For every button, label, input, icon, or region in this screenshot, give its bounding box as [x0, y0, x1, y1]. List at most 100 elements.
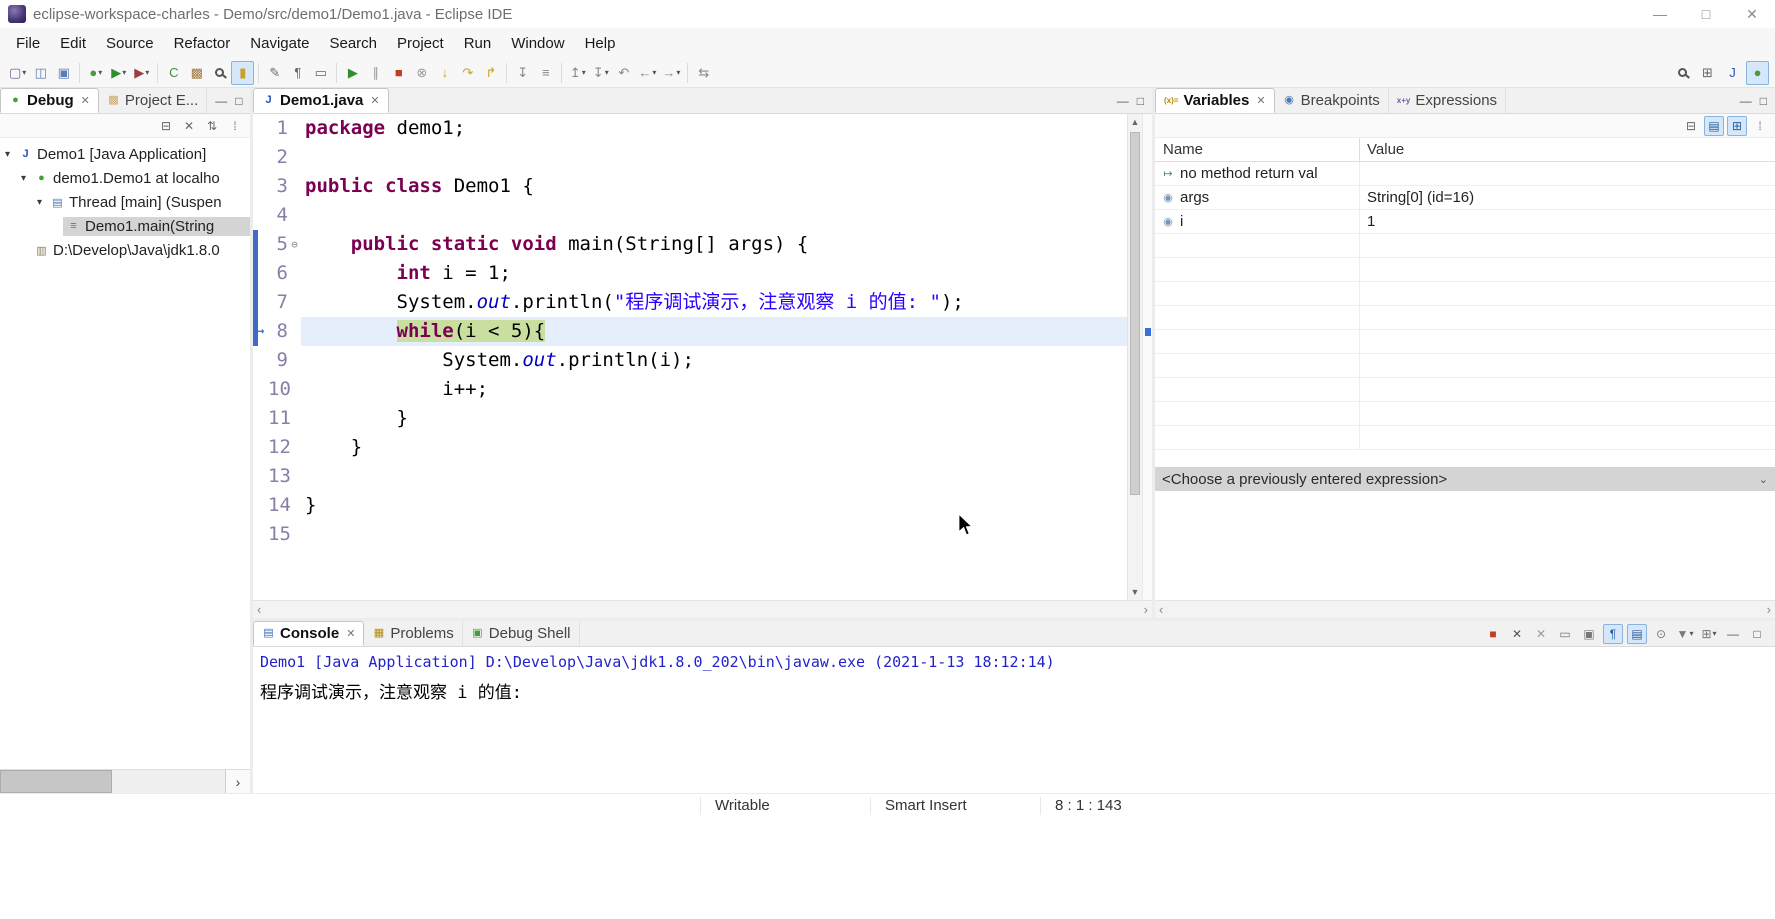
terminate-button[interactable]: ■ [1483, 624, 1503, 644]
step-return-button[interactable]: ↱ [479, 61, 502, 85]
maximize-button[interactable]: □ [1747, 624, 1767, 644]
resume-button[interactable]: ▶ [341, 61, 364, 85]
view-menu-button[interactable]: ⁞ [1750, 116, 1770, 136]
tree-row[interactable]: ▾▤Thread [main] (Suspen [0, 190, 250, 214]
variable-value-cell[interactable]: String[0] (id=16) [1360, 186, 1775, 209]
code-line[interactable]: 1package demo1; [253, 114, 1127, 143]
maximize-button[interactable]: □ [1683, 0, 1729, 28]
scrollbar-track[interactable] [1128, 130, 1142, 584]
scroll-right-arrow-icon[interactable]: › [1144, 602, 1148, 617]
run-button[interactable]: ▶▾ [107, 61, 130, 85]
show-whitespace-button[interactable]: ¶ [286, 61, 309, 85]
line-number-ruler[interactable]: 14 [253, 491, 301, 520]
scrollbar-thumb[interactable] [1130, 132, 1140, 495]
code-line[interactable]: 12 } [253, 433, 1127, 462]
variable-detail-pane[interactable] [1155, 491, 1775, 600]
show-logical-structures-button[interactable]: ⊞ [1727, 116, 1747, 136]
java-search-button[interactable] [208, 61, 231, 85]
current-line-marker[interactable] [1145, 328, 1151, 336]
scrollbar-track[interactable] [112, 770, 225, 793]
tab-project-e[interactable]: ▩Project E... [99, 88, 207, 113]
save-button[interactable]: ◫ [29, 61, 52, 85]
minimize-view-button[interactable]: — [1740, 94, 1752, 108]
code-line[interactable]: 7 System.out.println("程序调试演示，注意观察 i 的值: … [253, 288, 1127, 317]
code-line[interactable]: 13 [253, 462, 1127, 491]
terminate-button[interactable]: ■ [387, 61, 410, 85]
debug-button[interactable]: ●▾ [84, 61, 107, 85]
line-number-ruler[interactable]: 3 [253, 172, 301, 201]
tab-debug-shell[interactable]: ▣Debug Shell [463, 621, 580, 646]
maximize-view-button[interactable]: □ [1137, 94, 1144, 108]
code-line[interactable]: 2 [253, 143, 1127, 172]
drop-to-frame-button[interactable]: ↧ [511, 61, 534, 85]
menu-search[interactable]: Search [319, 28, 387, 58]
close-icon[interactable]: ✕ [81, 94, 90, 107]
back-button[interactable]: ←▾ [635, 61, 659, 85]
scroll-lock-button[interactable]: ▣ [1579, 624, 1599, 644]
coverage-button[interactable]: ▶▾ [130, 61, 153, 85]
tree-item[interactable]: ●demo1.Demo1 at localho [31, 169, 250, 188]
maximize-view-button[interactable]: □ [235, 94, 242, 108]
minimize-view-button[interactable]: — [1117, 94, 1129, 108]
tree-item[interactable]: ▤Thread [main] (Suspen [47, 193, 250, 212]
close-button[interactable]: ✕ [1729, 0, 1775, 28]
menu-window[interactable]: Window [501, 28, 574, 58]
fold-collapse-icon[interactable]: ⊖ [288, 230, 301, 259]
suspend-button[interactable]: ∥ [364, 61, 387, 85]
code-line[interactable]: 15 [253, 520, 1127, 549]
expression-bar[interactable]: <Choose a previously entered expression>… [1155, 467, 1775, 491]
code-line[interactable]: 14} [253, 491, 1127, 520]
tree-row[interactable]: ▾●demo1.Demo1 at localho [0, 166, 250, 190]
chevron-down-icon[interactable]: ⌄ [1759, 473, 1768, 486]
display-selected-console-button[interactable]: ▼▾ [1675, 624, 1695, 644]
tab-variables[interactable]: (x)=Variables✕ [1155, 88, 1275, 113]
editor-vscrollbar[interactable]: ▲ ▼ [1127, 114, 1142, 600]
scroll-right-arrow-icon[interactable]: › [1767, 602, 1771, 617]
variable-row[interactable]: ↦no method return val [1155, 162, 1775, 186]
tree-item[interactable]: ≡Demo1.main(String [63, 217, 250, 236]
save-all-button[interactable]: ▣ [52, 61, 75, 85]
menu-source[interactable]: Source [96, 28, 164, 58]
minimize-button[interactable]: — [1723, 624, 1743, 644]
tab-debug[interactable]: ●Debug✕ [0, 88, 99, 113]
line-number-ruler[interactable]: 1 [253, 114, 301, 143]
tree-row[interactable]: ▾JDemo1 [Java Application] [0, 142, 250, 166]
column-header-name[interactable]: Name [1155, 138, 1360, 161]
overview-ruler[interactable] [1142, 114, 1152, 600]
code-line[interactable]: 4 [253, 201, 1127, 230]
tab-problems[interactable]: ▦Problems [364, 621, 462, 646]
search-button[interactable] [1671, 61, 1694, 85]
menu-run[interactable]: Run [454, 28, 502, 58]
java-perspective-button[interactable]: J [1721, 61, 1744, 85]
scroll-down-arrow-icon[interactable]: ▼ [1128, 584, 1142, 600]
open-console-button[interactable]: ⊞▾ [1699, 624, 1719, 644]
new-java-package-button[interactable]: ▩ [185, 61, 208, 85]
code-line[interactable]: 6 int i = 1; [253, 259, 1127, 288]
variables-hscrollbar[interactable]: ‹ › [1155, 600, 1775, 618]
code-editor[interactable]: 1package demo1;23public class Demo1 {45⊖… [253, 114, 1127, 600]
variable-value-cell[interactable]: 1 [1360, 210, 1775, 233]
step-into-button[interactable]: ↓ [433, 61, 456, 85]
line-number-ruler[interactable]: 12 [253, 433, 301, 462]
variable-name-cell[interactable]: ◉args [1155, 186, 1360, 209]
line-number-ruler[interactable]: 6 [253, 259, 301, 288]
open-task-button[interactable]: ✎ [263, 61, 286, 85]
word-wrap-button[interactable]: ¶ [1603, 624, 1623, 644]
close-icon[interactable]: ✕ [370, 94, 379, 107]
block-selection-button[interactable]: ▭ [309, 61, 332, 85]
scroll-left-arrow-icon[interactable]: ‹ [1159, 602, 1163, 617]
code-line[interactable]: 3public class Demo1 { [253, 172, 1127, 201]
mark-occurrences-button[interactable]: ▮ [231, 61, 254, 85]
variable-name-cell[interactable]: ◉i [1155, 210, 1360, 233]
tree-item[interactable]: JDemo1 [Java Application] [15, 145, 250, 164]
tab-console[interactable]: ▤Console✕ [253, 621, 364, 646]
collapse-all-button[interactable]: ⊟ [1681, 116, 1701, 136]
tab-demo1-java[interactable]: JDemo1.java✕ [253, 88, 389, 113]
scroll-right-button[interactable]: › [225, 770, 250, 793]
remove-all-launches-button[interactable]: ✕ [1531, 624, 1551, 644]
remove-all-terminated-button[interactable]: ✕ [179, 116, 199, 136]
show-console-output-button[interactable]: ▤ [1627, 624, 1647, 644]
minimize-button[interactable]: — [1637, 0, 1683, 28]
variable-value-cell[interactable] [1360, 162, 1775, 185]
close-icon[interactable]: ✕ [346, 627, 355, 640]
